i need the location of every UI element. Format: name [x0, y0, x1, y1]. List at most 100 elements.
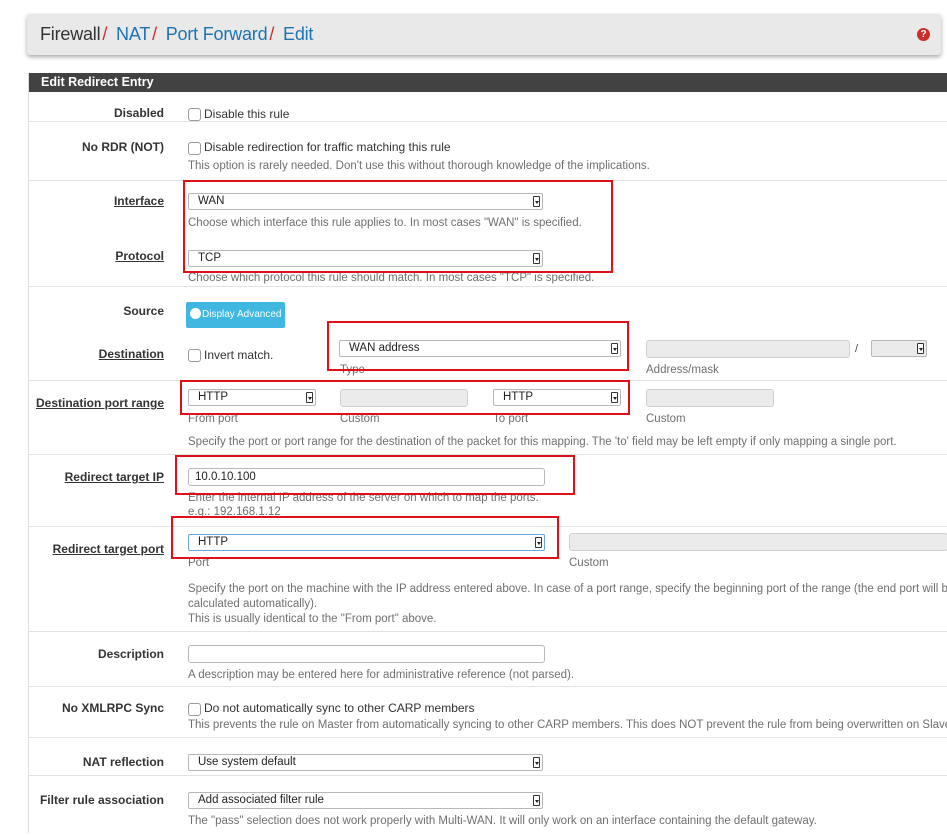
filter-rule-association-value: Add associated filter rule: [198, 794, 324, 806]
row-filter-rule-association: Filter rule association Add associated f…: [29, 776, 947, 836]
edit-redirect-panel: Edit Redirect Entry Disabled Disable thi…: [28, 73, 947, 833]
chevron-down-icon: [306, 392, 313, 403]
interface-select[interactable]: WAN: [188, 193, 543, 210]
redirect-target-port-value: HTTP: [198, 536, 229, 548]
destination-type-caption: Type: [340, 364, 365, 376]
to-port-custom-input[interactable]: [646, 389, 774, 407]
from-port-caption: From port: [188, 413, 238, 425]
no-xmlrpc-sync-help: This prevents the rule on Master from au…: [188, 719, 947, 731]
nat-reflection-value: Use system default: [198, 756, 296, 768]
display-advanced-button[interactable]: Display Advanced: [186, 302, 285, 328]
redirect-target-ip-input[interactable]: 10.0.10.100: [188, 468, 545, 486]
from-port-custom-caption: Custom: [340, 413, 380, 425]
breadcrumb-nat-link[interactable]: NAT: [116, 24, 150, 44]
row-disabled: Disabled Disable this rule: [29, 92, 947, 122]
interface-label: Interface: [113, 194, 164, 208]
to-port-value: HTTP: [503, 391, 534, 403]
invert-match-text: Invert match.: [204, 348, 274, 362]
source-label: Source: [123, 304, 164, 318]
interface-help: Choose which interface this rule applies…: [188, 217, 582, 229]
row-source: Source Display Advanced: [29, 287, 947, 328]
no-rdr-checkbox-text: Disable redirection for traffic matching…: [204, 140, 451, 154]
redirect-target-port-label: Redirect target port: [52, 542, 164, 556]
interface-value: WAN: [198, 195, 225, 207]
no-xmlrpc-sync-checkbox-text: Do not automatically sync to other CARP …: [204, 701, 475, 715]
chevron-down-icon: [611, 392, 618, 403]
destination-type-select[interactable]: WAN address: [339, 340, 621, 357]
destination-address-caption: Address/mask: [646, 364, 719, 376]
no-rdr-label: No RDR (NOT): [82, 140, 164, 154]
redirect-target-port-select[interactable]: HTTP: [188, 534, 545, 551]
row-protocol: Protocol TCP Choose which protocol this …: [29, 235, 947, 287]
destination-port-help: Specify the port or port range for the d…: [188, 436, 897, 448]
redirect-target-port-custom-input[interactable]: [569, 533, 947, 551]
invert-match-checkbox[interactable]: [188, 349, 201, 362]
disabled-checkbox-text: Disable this rule: [204, 107, 290, 121]
breadcrumb-port-forward-link[interactable]: Port Forward: [166, 24, 268, 44]
redirect-target-port-help-3: This is usually identical to the "From p…: [188, 613, 437, 625]
destination-mask-select[interactable]: [871, 340, 927, 357]
redirect-target-port-help-2: calculated automatically).: [188, 598, 318, 610]
destination-mask-slash: /: [855, 343, 859, 355]
to-port-select[interactable]: HTTP: [493, 389, 621, 406]
protocol-label: Protocol: [115, 249, 164, 263]
row-redirect-target-port: Redirect target port HTTP Port Custom Sp…: [29, 527, 947, 632]
row-redirect-target-ip: Redirect target IP 10.0.10.100 Enter the…: [29, 455, 947, 527]
protocol-select[interactable]: TCP: [188, 250, 543, 267]
no-xmlrpc-sync-checkbox[interactable]: [188, 703, 201, 716]
row-no-xmlrpc-sync: No XMLRPC Sync Do not automatically sync…: [29, 687, 947, 738]
description-label: Description: [97, 647, 164, 661]
protocol-help: Choose which protocol this rule should m…: [188, 272, 595, 284]
redirect-target-ip-label: Redirect target IP: [64, 470, 164, 484]
no-rdr-checkbox[interactable]: [188, 142, 201, 155]
breadcrumb-separator: /: [152, 24, 157, 44]
redirect-target-ip-help: Enter the internal IP address of the ser…: [188, 492, 539, 504]
description-help: A description may be entered here for ad…: [188, 669, 575, 681]
breadcrumb-separator: /: [269, 24, 275, 44]
breadcrumb-edit-link[interactable]: Edit: [283, 24, 313, 44]
breadcrumb-firewall: Firewall: [40, 24, 101, 44]
chevron-down-icon: [917, 343, 924, 354]
chevron-down-icon: [533, 795, 540, 806]
destination-type-value: WAN address: [349, 342, 420, 354]
destination-label: Destination: [98, 347, 164, 361]
to-port-caption: To port: [493, 413, 529, 425]
redirect-target-ip-example: e.g.: 192.168.1.12: [188, 506, 281, 518]
breadcrumb-bar: Firewall / NAT / Port Forward / Edit ?: [27, 14, 941, 55]
no-xmlrpc-sync-label: No XMLRPC Sync: [61, 701, 164, 715]
filter-rule-association-help: The "pass" selection does not work prope…: [188, 815, 817, 827]
destination-port-range-label: Destination port range: [35, 396, 164, 410]
chevron-down-icon: [533, 253, 540, 264]
row-destination-port-range: Destination port range HTTP From port Cu…: [29, 381, 947, 455]
chevron-down-icon: [611, 343, 618, 354]
disabled-checkbox[interactable]: [188, 108, 201, 121]
from-port-select[interactable]: HTTP: [188, 389, 316, 406]
filter-rule-association-select[interactable]: Add associated filter rule: [188, 792, 543, 809]
from-port-custom-input[interactable]: [340, 389, 468, 407]
redirect-target-port-custom-caption: Custom: [569, 557, 609, 569]
panel-title: Edit Redirect Entry: [29, 73, 947, 92]
destination-address-input[interactable]: [646, 340, 850, 358]
protocol-value: TCP: [198, 252, 221, 264]
breadcrumb-separator: /: [102, 24, 108, 44]
from-port-value: HTTP: [198, 391, 229, 403]
disabled-label: Disabled: [113, 106, 164, 120]
row-description: Description A description may be entered…: [29, 632, 947, 687]
chevron-down-icon: [535, 537, 542, 548]
redirect-target-port-help: Specify the port on the machine with the…: [188, 583, 947, 595]
row-nat-reflection: NAT reflection Use system default: [29, 738, 947, 776]
redirect-target-port-caption: Port: [188, 557, 210, 569]
chevron-down-icon: [533, 757, 540, 768]
question-circle-icon[interactable]: ?: [917, 28, 930, 41]
filter-rule-association-label: Filter rule association: [39, 793, 164, 807]
nat-reflection-select[interactable]: Use system default: [188, 754, 543, 771]
row-destination: Destination Invert match. WAN address Ty…: [29, 327, 947, 381]
row-no-rdr: No RDR (NOT) Disable redirection for tra…: [29, 122, 947, 181]
gear-icon: [191, 309, 200, 318]
breadcrumb: Firewall / NAT / Port Forward / Edit: [40, 24, 313, 45]
no-rdr-help: This option is rarely needed. Don't use …: [188, 160, 650, 172]
nat-reflection-label: NAT reflection: [82, 755, 164, 769]
description-input[interactable]: [188, 645, 545, 663]
row-interface: Interface WAN Choose which interface thi…: [29, 181, 947, 235]
chevron-down-icon: [533, 196, 540, 207]
